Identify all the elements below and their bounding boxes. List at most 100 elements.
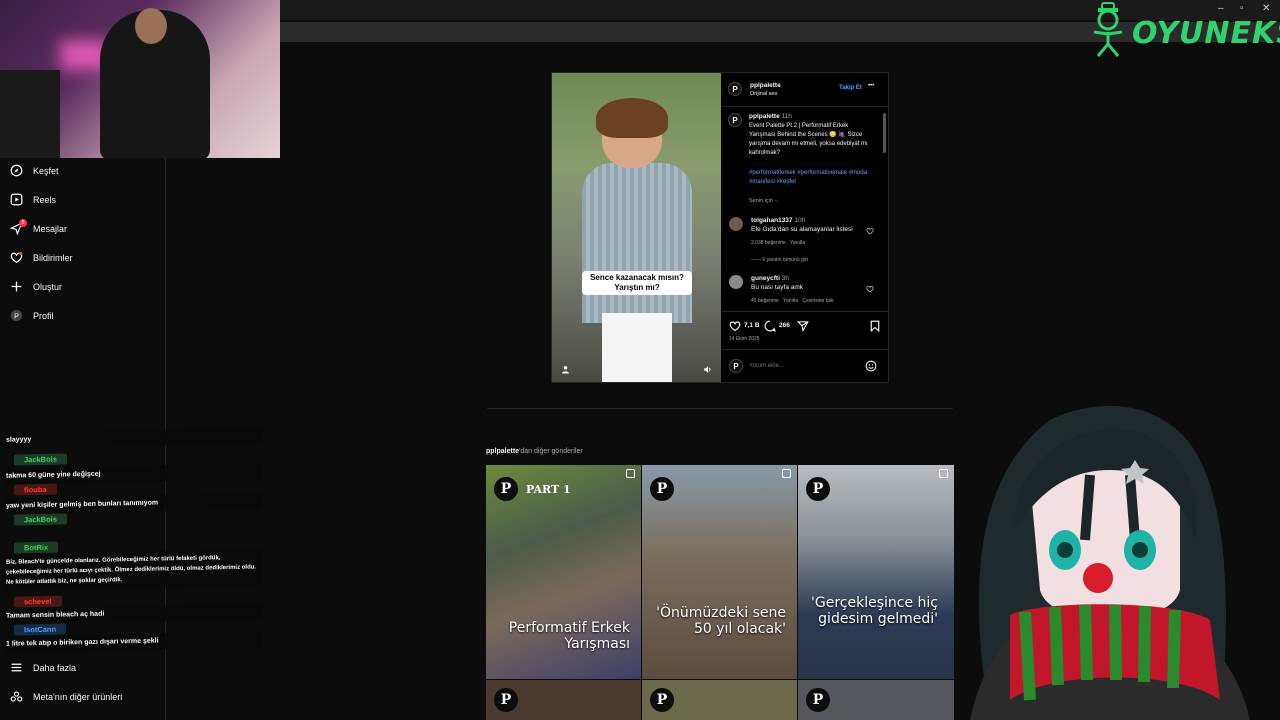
sidebar-item-label: Oluştur bbox=[33, 281, 63, 292]
chat-username: fiouba bbox=[14, 483, 57, 496]
post-thumbnail[interactable]: P PART 1 Performatif Erkek Yarışması bbox=[486, 465, 641, 679]
pplpalette-logo-icon: P bbox=[494, 688, 518, 712]
comment-username[interactable]: tolgahan1337 bbox=[751, 217, 793, 224]
logo-text: OYUNEKS bbox=[1132, 16, 1280, 51]
post-avatar[interactable]: P bbox=[728, 82, 742, 96]
section-divider bbox=[487, 408, 953, 409]
figure-logo-icon bbox=[1093, 2, 1123, 57]
post-thumbnail[interactable]: P bbox=[486, 680, 641, 720]
bookmark-icon[interactable] bbox=[869, 320, 881, 332]
compass-icon bbox=[10, 164, 23, 177]
heart-icon bbox=[10, 251, 23, 264]
user-tag-icon[interactable] bbox=[561, 365, 570, 374]
pplpalette-logo-icon: P bbox=[806, 688, 830, 712]
sidebar-item-profile[interactable]: P Profil bbox=[10, 309, 54, 322]
comment-username[interactable]: guneycfti bbox=[751, 275, 780, 282]
chat-message: slayyyy bbox=[4, 427, 262, 449]
post-thumbnail[interactable]: P bbox=[642, 680, 797, 720]
streamer-webcam bbox=[0, 0, 280, 158]
chat-username: JackBois bbox=[14, 513, 67, 526]
tile-caption: 'Gerçekleşince hiç gidesim gelmedi' bbox=[811, 595, 938, 627]
reply-button[interactable]: Yanıtla bbox=[790, 240, 805, 246]
comment-likes[interactable]: 45 beğenme bbox=[751, 298, 779, 304]
more-options-button[interactable]: ••• bbox=[868, 83, 874, 89]
menu-icon bbox=[11, 663, 22, 672]
chat-message: Biz, Bleach'te güncelde olanlarız. Göreb… bbox=[4, 549, 262, 591]
emoji-icon[interactable] bbox=[865, 360, 877, 372]
sidebar-item-more[interactable]: Daha fazla bbox=[10, 661, 76, 674]
comment-avatar[interactable] bbox=[729, 217, 743, 231]
stream-chat-overlay: slayyyy JackBois takma 60 güne yine deği… bbox=[4, 425, 266, 653]
follow-button[interactable]: Takip Et bbox=[839, 85, 862, 91]
like-icon[interactable] bbox=[729, 320, 741, 332]
pplpalette-logo-icon: P bbox=[650, 688, 674, 712]
chat-username: BotRix bbox=[14, 541, 59, 554]
comment-text: Efe Gıda'dan su alamayanlar listesi bbox=[751, 226, 853, 233]
chat-message: yaw yeni kişiler gelmiş ben bunları tanı… bbox=[4, 493, 262, 515]
reply-button[interactable]: Yanıtla bbox=[783, 298, 798, 304]
video-overlay-text: Sence kazanacak mısın? Yarıştın mı? bbox=[582, 271, 692, 295]
caption-username[interactable]: pplpalette bbox=[749, 113, 780, 120]
volume-icon[interactable] bbox=[703, 365, 712, 374]
post-username[interactable]: pplpalette bbox=[750, 82, 781, 89]
comment-time: 3h bbox=[781, 275, 789, 282]
more-posts-username[interactable]: pplpalette bbox=[486, 448, 519, 455]
comment-like-icon[interactable] bbox=[866, 285, 874, 293]
reel-icon bbox=[626, 469, 635, 478]
oyuneks-logo: OYUNEKS bbox=[1088, 2, 1280, 58]
view-replies-button[interactable]: —— 6 yanıtın tümünü gör bbox=[751, 257, 808, 263]
tile-caption: Performatif Erkek Yarışması bbox=[508, 620, 630, 652]
comment-like-icon[interactable] bbox=[866, 227, 874, 235]
tile-caption: 'Önümüzdeki sene 50 yıl olacak' bbox=[656, 605, 786, 637]
reels-icon bbox=[10, 193, 23, 206]
post-thumbnail[interactable]: P 'Önümüzdeki sene 50 yıl olacak' bbox=[642, 465, 797, 679]
post-video[interactable]: Sence kazanacak mısın? Yarıştın mı? bbox=[552, 73, 721, 382]
sidebar-item-label: Keşfet bbox=[33, 165, 59, 176]
more-posts-heading: pplpalette'dan diğer gönderiler bbox=[486, 448, 583, 455]
pplpalette-logo-icon: P bbox=[494, 477, 518, 501]
share-icon[interactable] bbox=[797, 320, 809, 332]
svg-text:P: P bbox=[14, 311, 19, 320]
comment-likes[interactable]: 2.038 beğenme bbox=[751, 240, 786, 246]
comment-time: 10h bbox=[794, 217, 806, 224]
chat-username: IsotCann bbox=[14, 623, 67, 636]
sidebar-item-notifications[interactable]: Bildirimler bbox=[10, 251, 73, 264]
like-count[interactable]: 7,1 B bbox=[744, 322, 760, 329]
caption-hashtags[interactable]: #performatiferkek #performativemale #mod… bbox=[749, 169, 871, 187]
post-date: 14 Ekim 2025 bbox=[729, 336, 760, 342]
comment-count[interactable]: 266 bbox=[779, 322, 790, 329]
vtuber-avatar bbox=[970, 405, 1250, 720]
comment-meta: 45 beğenme Yanıtla Çevirisine bak bbox=[751, 298, 834, 304]
comment-input[interactable] bbox=[749, 359, 859, 373]
sidebar-item-create[interactable]: Oluştur bbox=[10, 280, 62, 293]
profile-icon: P bbox=[10, 309, 23, 322]
more-posts-grid: P PART 1 Performatif Erkek Yarışması P '… bbox=[486, 465, 954, 720]
chat-username: JackBois bbox=[14, 453, 67, 466]
message-badge: 5 bbox=[19, 219, 27, 227]
comment-icon[interactable] bbox=[764, 320, 776, 332]
sidebar-item-label: Mesajlar bbox=[33, 223, 68, 234]
comment-meta: 2.038 beğenme Yanıtla bbox=[751, 240, 805, 246]
pplpalette-logo-icon: P bbox=[650, 477, 674, 501]
chat-message: takma 60 güne yine değişcej bbox=[4, 463, 262, 485]
sidebar-item-label: Meta'nın diğer ürünleri bbox=[33, 691, 123, 702]
current-user-avatar: P bbox=[729, 359, 743, 373]
translate-button[interactable]: Çevirisine bak bbox=[802, 298, 833, 304]
comment-avatar[interactable] bbox=[729, 275, 743, 289]
pplpalette-logo-icon: P bbox=[806, 477, 830, 501]
comments-scrollbar[interactable] bbox=[883, 113, 886, 153]
sidebar-item-label: Daha fazla bbox=[33, 662, 77, 673]
sidebar-item-explore[interactable]: Keşfet bbox=[10, 164, 59, 177]
reel-icon bbox=[782, 469, 791, 478]
for-you-label[interactable]: Senin için ⌵ bbox=[749, 198, 779, 205]
sidebar-item-label: Bildirimler bbox=[33, 252, 73, 263]
caption-avatar[interactable]: P bbox=[728, 113, 742, 127]
meta-icon bbox=[10, 691, 23, 702]
sidebar-item-messages[interactable]: 5 Mesajlar bbox=[9, 219, 68, 236]
sidebar-item-meta[interactable]: Meta'nın diğer ürünleri bbox=[10, 690, 122, 703]
instagram-post: Sence kazanacak mısın? Yarıştın mı? P pp… bbox=[551, 72, 889, 383]
comment-text: Bu nası tayfa amk bbox=[751, 284, 804, 291]
sidebar-item-reels[interactable]: Reels bbox=[10, 193, 56, 206]
post-audio[interactable]: Orijinal ses bbox=[750, 91, 777, 97]
chat-username: schevel bbox=[14, 595, 62, 608]
